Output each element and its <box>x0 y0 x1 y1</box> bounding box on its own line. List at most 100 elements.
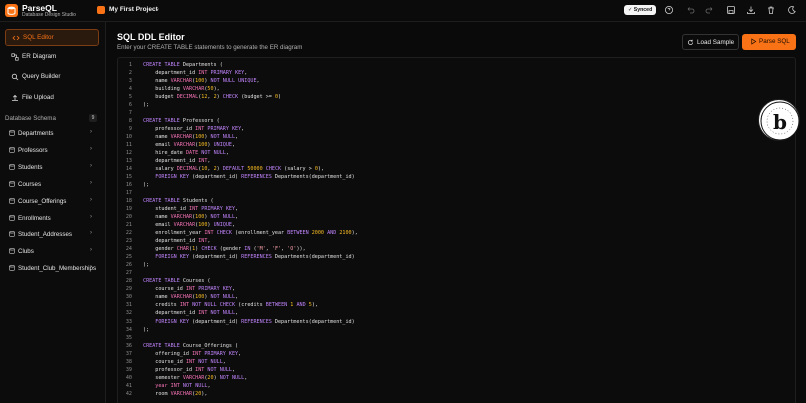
code-text: course_id INT NOT NULL, <box>143 358 226 365</box>
download-icon[interactable] <box>746 5 756 15</box>
dark-mode-icon[interactable] <box>787 5 797 15</box>
code-line: 39 professor_id INT NOT NULL, <box>118 366 795 374</box>
line-number: 34 <box>125 326 132 333</box>
chevron-right-icon[interactable]: › <box>90 197 92 203</box>
save-icon[interactable] <box>726 5 736 15</box>
refresh-icon <box>687 39 694 45</box>
schema-table-item[interactable]: Student_Addresses › <box>5 228 99 242</box>
chevron-right-icon[interactable]: › <box>90 180 92 186</box>
schema-table-item[interactable]: Course_Offerings › <box>5 195 99 209</box>
project-selector[interactable]: My First Project <box>109 6 158 13</box>
undo-icon[interactable] <box>685 5 695 15</box>
code-line: 5 budget DECIMAL(12, 2) CHECK (budget >=… <box>118 93 795 101</box>
code-area[interactable]: 1 CREATE TABLE Departments (2 department_… <box>118 61 795 398</box>
schema-table-item[interactable]: Courses › <box>5 178 99 192</box>
code-text: name VARCHAR(100) NOT NULL, <box>143 294 239 301</box>
code-line: 38 course_id INT NOT NULL, <box>118 358 795 366</box>
code-line: 23 department_id INT, <box>118 237 795 245</box>
line-number: 19 <box>125 206 132 213</box>
chevron-down-icon[interactable]: ⌄ <box>155 5 160 12</box>
table-icon <box>9 180 15 187</box>
chevron-right-icon[interactable]: › <box>90 214 92 220</box>
code-text: CREATE TABLE Professors ( <box>143 118 220 125</box>
nav-label: SQL Editor <box>23 34 54 41</box>
nav-er-diagram[interactable]: ER Diagram <box>5 49 99 66</box>
line-number: 6 <box>128 102 132 109</box>
redo-icon[interactable] <box>705 5 715 15</box>
code-line: 12 hire_date DATE NOT NULL, <box>118 149 795 157</box>
line-number: 28 <box>125 278 132 285</box>
line-number: 26 <box>125 262 132 269</box>
diagram-icon <box>11 53 19 61</box>
table-name: Clubs <box>18 248 34 256</box>
code-line: 7 <box>118 109 795 117</box>
nav-sql-editor[interactable]: SQL Editor <box>5 29 99 46</box>
schema-count-badge: 9 <box>89 114 97 122</box>
line-number: 7 <box>128 110 132 117</box>
code-line: 13 department_id INT, <box>118 157 795 165</box>
nav-query-builder[interactable]: Query Builder <box>5 69 99 86</box>
line-number: 31 <box>125 302 132 309</box>
line-number: 5 <box>128 94 132 101</box>
search-icon <box>11 73 19 81</box>
chevron-right-icon[interactable]: › <box>90 129 92 135</box>
chevron-right-icon[interactable]: › <box>90 163 92 169</box>
nav-file-upload[interactable]: File Upload <box>5 90 99 107</box>
code-line: 28 CREATE TABLE Courses ( <box>118 277 795 285</box>
code-line: 30 name VARCHAR(100) NOT NULL, <box>118 293 795 301</box>
code-text: name VARCHAR(100) NOT NULL, <box>143 134 239 141</box>
schema-table-item[interactable]: Students › <box>5 161 99 175</box>
schema-table-item[interactable]: Professors › <box>5 144 99 158</box>
code-text: budget DECIMAL(12, 2) CHECK (budget >= 0… <box>143 94 282 101</box>
trash-icon[interactable] <box>766 5 776 15</box>
table-name: Student_Addresses <box>18 231 73 239</box>
line-number: 10 <box>125 134 132 141</box>
code-line: 31 credits INT NOT NULL CHECK (credits B… <box>118 301 795 309</box>
project-icon <box>97 6 105 14</box>
line-number: 4 <box>128 86 132 93</box>
code-line: 9 professor_id INT PRIMARY KEY, <box>118 125 795 133</box>
line-number: 3 <box>128 78 132 85</box>
chevron-right-icon[interactable]: › <box>90 264 92 270</box>
synced-badge: ✓ Synced <box>624 5 657 15</box>
chevron-right-icon[interactable]: › <box>90 247 92 253</box>
schema-table-item[interactable]: Departments › <box>5 127 99 141</box>
code-line: 15 FOREIGN KEY (department_id) REFERENCE… <box>118 173 795 181</box>
code-text: room VARCHAR(20), <box>143 390 208 397</box>
code-line: 8 CREATE TABLE Professors ( <box>118 117 795 125</box>
logo-icon <box>5 4 18 17</box>
nav-label: Query Builder <box>22 73 61 80</box>
code-line: 17 <box>118 189 795 197</box>
code-line: 27 <box>118 269 795 277</box>
load-sample-label: Load Sample <box>697 39 735 46</box>
code-text: ); <box>143 326 150 333</box>
schema-table-item[interactable]: Enrollments › <box>5 212 99 226</box>
sql-editor[interactable]: 1 CREATE TABLE Departments (2 department_… <box>117 57 796 403</box>
code-text: professor_id INT PRIMARY KEY, <box>143 126 245 133</box>
powered-by-badge[interactable]: b <box>758 99 800 141</box>
line-number: 1 <box>128 62 132 68</box>
code-text: credits INT NOT NULL CHECK (credits BETW… <box>143 302 318 309</box>
code-icon <box>12 35 20 41</box>
code-line: 14 salary DECIMAL(10, 2) DEFAULT 50000 C… <box>118 165 795 173</box>
chevron-right-icon[interactable]: › <box>90 146 92 152</box>
load-sample-button[interactable]: Load Sample <box>682 34 739 50</box>
chevron-right-icon[interactable]: › <box>90 230 92 236</box>
line-number: 2 <box>128 70 132 77</box>
table-name: Course_Offerings <box>18 197 67 205</box>
schema-table-item[interactable]: Student_Club_Memberships › <box>5 262 99 276</box>
line-number: 41 <box>125 382 132 389</box>
line-number: 18 <box>125 198 132 205</box>
line-number: 17 <box>125 190 132 197</box>
page-title: SQL DDL Editor <box>117 32 185 42</box>
line-number: 37 <box>125 350 132 357</box>
code-line: 33 FOREIGN KEY (department_id) REFERENCE… <box>118 318 795 326</box>
code-text: enrollment_year INT CHECK (enrollment_ye… <box>143 230 358 237</box>
parse-sql-button[interactable]: Parse SQL <box>742 34 796 50</box>
help-icon[interactable] <box>664 5 674 15</box>
line-number: 15 <box>125 174 132 181</box>
line-number: 16 <box>125 182 132 189</box>
code-line: 29 course_id INT PRIMARY KEY, <box>118 285 795 293</box>
line-number: 12 <box>125 150 132 157</box>
schema-table-item[interactable]: Clubs › <box>5 245 99 259</box>
